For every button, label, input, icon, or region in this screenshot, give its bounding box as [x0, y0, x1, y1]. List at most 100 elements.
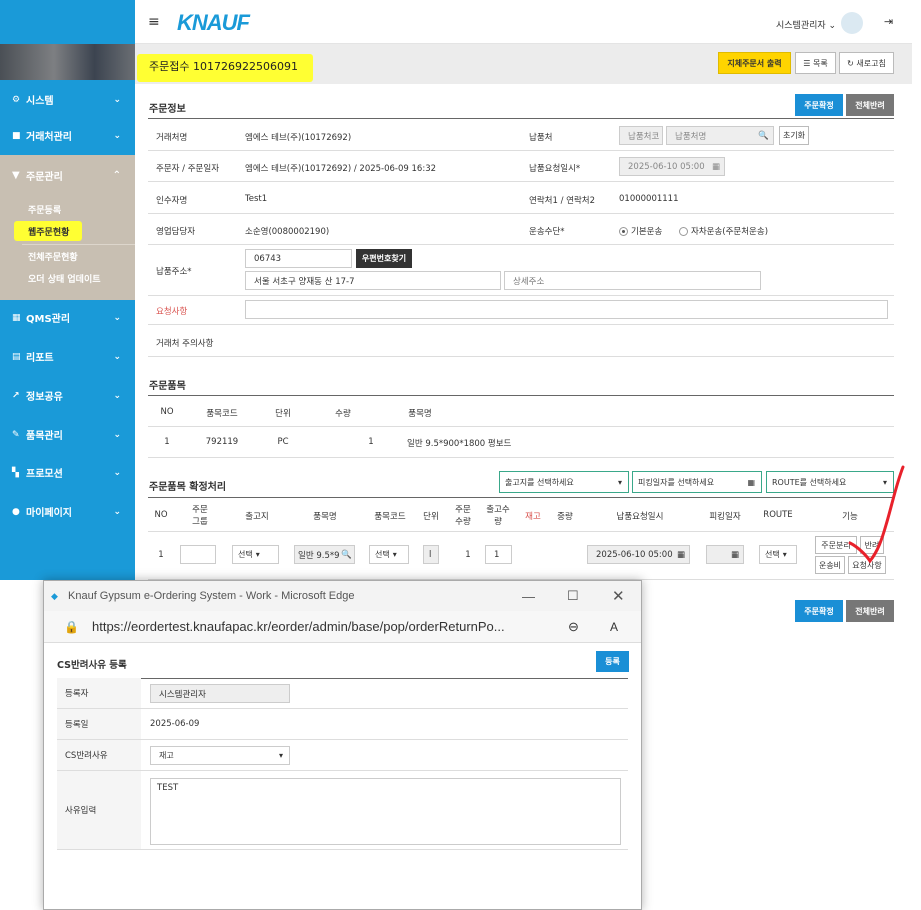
sidebar-sub-all-order[interactable]: 전체주문현황: [28, 250, 78, 263]
item-no: 1: [164, 437, 170, 447]
col-header-no: NO: [154, 510, 168, 520]
sidebar-item-report[interactable]: ▤ 리포트 ⌄: [0, 337, 135, 376]
sidebar-sub-order-register[interactable]: 주문등록: [28, 203, 61, 216]
row-picking-input[interactable]: ▦: [706, 545, 744, 564]
notice-label: 거래처 주의사항: [156, 339, 214, 349]
divider: [22, 244, 135, 245]
sidebar-item-qms[interactable]: ▦ QMS관리 ⌄: [0, 298, 135, 337]
orderer-label: 주문자 / 주문일자: [156, 164, 220, 174]
row-input: 사유입력 TEST: [57, 771, 628, 850]
group-input[interactable]: [180, 545, 216, 564]
share-icon: ↗: [12, 390, 20, 401]
code-row-select[interactable]: 선택 ▾: [369, 545, 409, 564]
zipcode-search-button[interactable]: 우편번호찾기: [356, 249, 412, 268]
divider: [148, 150, 894, 151]
address-detail-input[interactable]: 상세주소: [504, 271, 761, 290]
divider: [148, 395, 894, 396]
chevron-down-icon: ⌄: [113, 351, 121, 362]
request-date-input[interactable]: 2025-06-10 05:00 ▦: [619, 157, 725, 176]
sales-value: 소순영(0080002190): [245, 227, 330, 237]
receiver-value: Test1: [245, 194, 268, 204]
out-qty-input[interactable]: 1: [485, 545, 512, 564]
route-row-select[interactable]: 선택 ▾: [759, 545, 797, 564]
avatar[interactable]: [841, 12, 863, 34]
grid-icon: ▦: [12, 312, 21, 323]
warehouse-select[interactable]: 출고지를 선택하세요 ▾: [499, 471, 629, 493]
item-qty: 1: [368, 437, 374, 447]
init-button[interactable]: 초기화: [779, 126, 809, 145]
confirm-order-button-bottom[interactable]: 주문확정: [795, 600, 843, 622]
refresh-button[interactable]: ↻ 새로고침: [839, 52, 894, 74]
knauf-favicon-icon: ◆: [51, 590, 58, 601]
radio-icon[interactable]: [679, 227, 688, 236]
search-icon[interactable]: 🔍: [758, 131, 769, 141]
divider: [148, 531, 894, 532]
delivery-place-name-input[interactable]: 납품처명 🔍: [666, 126, 774, 145]
radio-selected-icon[interactable]: [619, 227, 628, 236]
row-date: 등록일 2025-06-09: [57, 709, 628, 740]
sidebar-sub-web-order[interactable]: 웹주문현황: [28, 225, 69, 238]
row-req-date-input[interactable]: 2025-06-10 05:00 ▦: [587, 545, 690, 564]
hamburger-menu-icon[interactable]: ≡: [148, 14, 160, 30]
popup-window: ◆ Knauf Gypsum e-Ordering System - Work …: [43, 580, 642, 910]
popup-register-button[interactable]: 등록: [596, 651, 629, 672]
address-input[interactable]: 서울 서초구 양재동 산 17-7: [245, 271, 501, 290]
input-label: 사유입력: [57, 771, 141, 849]
zoom-icon[interactable]: ⊖: [568, 619, 579, 635]
calendar-icon[interactable]: ▦: [731, 550, 739, 560]
close-icon[interactable]: ✕: [612, 587, 625, 605]
address-bar[interactable]: 🔒 https://eordertest.knaufapac.kr/eorder…: [44, 611, 641, 643]
confirm-order-button[interactable]: 주문확정: [795, 94, 843, 116]
logout-icon[interactable]: ⇥: [884, 15, 893, 28]
sidebar-item-promotion[interactable]: ▚ 프로모션 ⌄: [0, 453, 135, 492]
row-registrant: 등록자 시스템관리자: [57, 678, 628, 709]
sidebar-item-system[interactable]: ⚙ 시스템 ⌄: [0, 80, 135, 119]
divider: [148, 426, 894, 427]
reject-all-button-bottom[interactable]: 전체반려: [846, 600, 894, 622]
list-button[interactable]: ☰ 목록: [795, 52, 836, 74]
user-menu[interactable]: 시스템관리자 ⌄: [776, 18, 836, 31]
divider: [148, 295, 894, 296]
receiver-label: 인수자명: [156, 196, 188, 206]
sales-label: 영업담당자: [156, 227, 196, 237]
sidebar-sub-order-status[interactable]: 오더 상태 업데이트: [28, 272, 101, 285]
reason-textarea[interactable]: TEST: [150, 778, 621, 845]
transport-option-basic[interactable]: 기본운송: [619, 225, 662, 237]
contact-label: 연락처1 / 연락처2: [529, 196, 596, 206]
item-unit: PC: [277, 437, 289, 447]
caret-down-icon: ▾: [392, 550, 397, 559]
sidebar-item-customer[interactable]: ■ 거래처관리 ⌄: [0, 116, 135, 155]
section-items: 주문품목: [149, 381, 186, 392]
search-icon[interactable]: 🔍: [341, 550, 352, 560]
picking-date-select[interactable]: 피킹일자를 선택하세요 ▦: [632, 471, 762, 493]
sidebar-item-mypage[interactable]: ● 마이페이지 ⌄: [0, 492, 135, 531]
col-header-weight: 중량: [557, 512, 573, 522]
transport-option-self[interactable]: 자차운송(주문처운송): [679, 225, 768, 237]
read-aloud-icon[interactable]: A: [610, 620, 618, 634]
calendar-icon[interactable]: ▦: [677, 550, 685, 560]
sidebar-item-share[interactable]: ↗ 정보공유 ⌄: [0, 376, 135, 415]
minimize-icon[interactable]: —: [522, 589, 535, 604]
bookmark-icon: ■: [12, 130, 21, 141]
sidebar-submenu-order: ▼ 주문관리 ⌃ 주문등록 웹주문현황 전체주문현황 오더 상태 업데이트: [0, 155, 135, 300]
reason-select[interactable]: 재고 ▾: [150, 746, 290, 765]
col-header-no: NO: [160, 407, 174, 417]
col-header-code: 품목코드: [206, 409, 238, 419]
freight-button[interactable]: 운송비: [815, 556, 845, 574]
sidebar-item-product[interactable]: ✎ 품목관리 ⌄: [0, 415, 135, 454]
zipcode-input[interactable]: 06743: [245, 249, 352, 268]
chevron-down-icon: ⌄: [113, 506, 121, 517]
col-header-warehouse: 출고지: [245, 512, 269, 522]
item-row-input[interactable]: 일반 9.5*9 🔍: [294, 545, 355, 564]
delivery-place-code-input[interactable]: 납품처코: [619, 126, 663, 145]
gear-icon: ⚙: [12, 94, 21, 105]
col-header-unit: 단위: [275, 409, 291, 419]
warehouse-row-select[interactable]: 선택 ▾: [232, 545, 279, 564]
item-name: 일반 9.5*900*1800 평보드: [407, 439, 512, 449]
print-order-button[interactable]: 지체주문서 출력: [718, 52, 791, 74]
reject-all-button[interactable]: 전체반려: [846, 94, 894, 116]
maximize-icon[interactable]: ☐: [567, 588, 579, 604]
request-input[interactable]: [245, 300, 888, 319]
calendar-icon[interactable]: ▦: [712, 162, 720, 172]
sidebar-item-order[interactable]: ▼ 주문관리 ⌃: [0, 155, 135, 195]
